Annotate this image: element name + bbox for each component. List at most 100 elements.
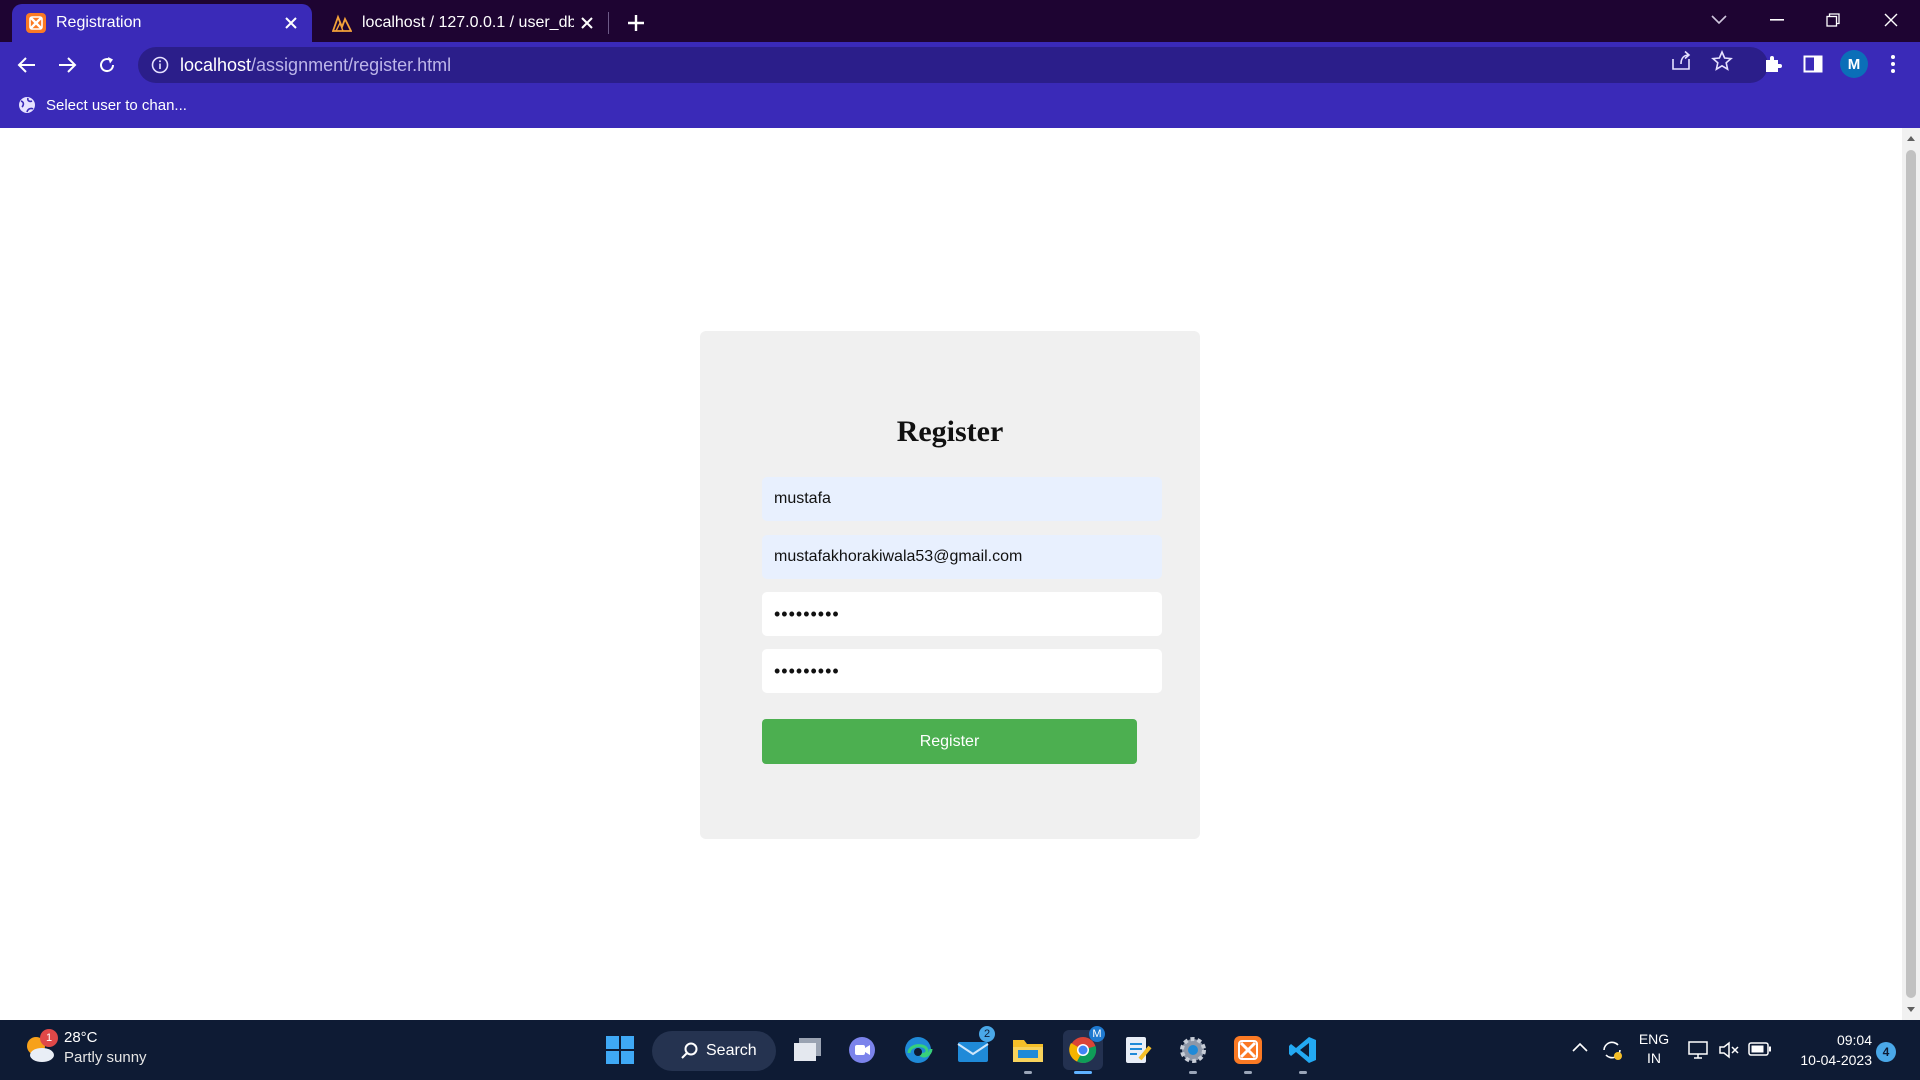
language-code: ENG <box>1638 1031 1670 1047</box>
start-button[interactable] <box>600 1030 640 1070</box>
close-tab-icon[interactable] <box>278 10 304 36</box>
notepad-icon <box>1126 1037 1152 1063</box>
mail-badge: 2 <box>979 1026 995 1042</box>
xampp-icon <box>1234 1036 1262 1064</box>
browser-toolbar: localhost/assignment/register.html M <box>0 42 1920 88</box>
vscode-icon <box>1289 1037 1316 1063</box>
show-hidden-icons-icon[interactable] <box>1572 1042 1588 1052</box>
running-indicator <box>1244 1071 1252 1074</box>
site-info-icon[interactable] <box>150 55 170 75</box>
close-window-button[interactable] <box>1868 2 1914 38</box>
gear-icon <box>1180 1037 1206 1063</box>
file-explorer-button[interactable] <box>1008 1030 1048 1074</box>
share-icon[interactable] <box>1670 50 1692 72</box>
profile-avatar[interactable]: M <box>1840 50 1868 78</box>
register-form-card: Register Register <box>700 331 1200 839</box>
weather-condition: Partly sunny <box>64 1049 147 1066</box>
menu-button[interactable] <box>1880 51 1906 77</box>
task-view-button[interactable] <box>788 1030 828 1070</box>
chrome-button[interactable]: M <box>1063 1026 1105 1074</box>
search-icon <box>681 1042 698 1059</box>
notification-badge[interactable]: 4 <box>1876 1042 1896 1062</box>
side-panel-icon <box>1803 55 1823 73</box>
close-tab-icon[interactable] <box>574 10 600 36</box>
extensions-button[interactable] <box>1760 51 1786 77</box>
globe-icon <box>19 97 35 113</box>
running-indicator <box>1189 1071 1197 1074</box>
chevron-down-icon <box>1711 15 1727 25</box>
browser-tab-strip: Registration localhost / 127.0.0.1 / use… <box>0 0 1920 42</box>
close-icon <box>1884 13 1898 27</box>
new-tab-button[interactable] <box>622 9 650 37</box>
url-path: /assignment/register.html <box>251 54 452 75</box>
windows-icon <box>606 1036 634 1064</box>
forward-button[interactable] <box>52 50 82 80</box>
temperature: 28°C <box>64 1029 98 1046</box>
minimize-button[interactable] <box>1754 2 1800 38</box>
edge-icon <box>905 1037 933 1063</box>
time: 09:04 <box>1836 1032 1872 1048</box>
bookmarks-bar: Select user to chan... <box>0 88 1920 128</box>
register-button[interactable]: Register <box>762 719 1137 764</box>
tab-registration[interactable]: Registration <box>12 4 312 42</box>
email-input[interactable] <box>762 535 1162 579</box>
puzzle-icon <box>1766 56 1782 72</box>
reload-button[interactable] <box>92 50 122 80</box>
notepad-button[interactable] <box>1118 1030 1158 1070</box>
scrollbar-thumb[interactable] <box>1906 150 1916 998</box>
search-label: Search <box>706 1042 757 1059</box>
tab-separator <box>608 12 609 34</box>
more-vert-icon <box>1891 55 1895 73</box>
teams-chat-button[interactable] <box>842 1030 882 1070</box>
tab-title: localhost / 127.0.0.1 / user_db / u <box>362 14 574 31</box>
network-icon[interactable] <box>1688 1040 1710 1060</box>
task-view-icon <box>794 1038 821 1061</box>
running-indicator <box>1024 1071 1032 1074</box>
restore-icon <box>1826 13 1840 27</box>
teams-icon <box>849 1037 875 1063</box>
language-indicator[interactable]: ENG IN <box>1636 1030 1672 1068</box>
settings-button[interactable] <box>1173 1030 1213 1074</box>
sync-icon[interactable] <box>1600 1038 1624 1062</box>
running-indicator <box>1299 1071 1307 1074</box>
bookmark-star-icon[interactable] <box>1711 50 1733 72</box>
clock[interactable]: 09:04 10-04-2023 <box>1788 1030 1872 1070</box>
vscode-button[interactable] <box>1283 1030 1323 1074</box>
mail-button[interactable]: 2 <box>953 1026 995 1070</box>
reload-icon <box>100 57 115 73</box>
arrow-right-icon <box>59 57 77 73</box>
active-indicator <box>1074 1071 1092 1074</box>
form-heading: Register <box>896 415 1004 448</box>
taskbar-search[interactable]: Search <box>652 1031 776 1071</box>
scroll-down-icon[interactable] <box>1907 1007 1915 1012</box>
xampp-button[interactable] <box>1228 1030 1268 1074</box>
tab-phpmyadmin[interactable]: localhost / 127.0.0.1 / user_db / u <box>318 4 608 42</box>
volume-muted-icon[interactable] <box>1718 1040 1740 1060</box>
tab-search-button[interactable] <box>1696 2 1742 38</box>
arrow-left-icon <box>17 57 35 73</box>
scroll-up-icon[interactable] <box>1907 136 1915 141</box>
chrome-profile-badge: M <box>1089 1026 1105 1042</box>
restore-button[interactable] <box>1810 2 1856 38</box>
side-panel-button[interactable] <box>1800 51 1826 77</box>
scrollbar[interactable] <box>1902 128 1920 1020</box>
edge-button[interactable] <box>898 1030 938 1070</box>
weather-widget[interactable]: 1 28°C Partly sunny <box>22 1028 147 1068</box>
address-bar[interactable]: localhost/assignment/register.html <box>138 47 1768 83</box>
folder-icon <box>1013 1040 1043 1062</box>
url-host: localhost <box>180 54 252 75</box>
back-button[interactable] <box>12 50 42 80</box>
confirm-password-input[interactable] <box>762 649 1162 693</box>
tab-title: Registration <box>56 14 142 31</box>
windows-taskbar: 1 28°C Partly sunny Search 2 M ENG IN 09… <box>0 1020 1920 1080</box>
date: 10-04-2023 <box>1800 1052 1872 1068</box>
bookmark-item[interactable]: Select user to chan... <box>18 96 187 114</box>
phpmyadmin-icon <box>332 14 352 32</box>
battery-icon[interactable] <box>1748 1042 1772 1056</box>
region-code: IN <box>1647 1050 1661 1066</box>
weather-badge: 1 <box>40 1029 58 1047</box>
xampp-icon <box>26 13 46 33</box>
password-input[interactable] <box>762 592 1162 636</box>
username-input[interactable] <box>762 477 1162 521</box>
plus-icon <box>628 15 644 31</box>
